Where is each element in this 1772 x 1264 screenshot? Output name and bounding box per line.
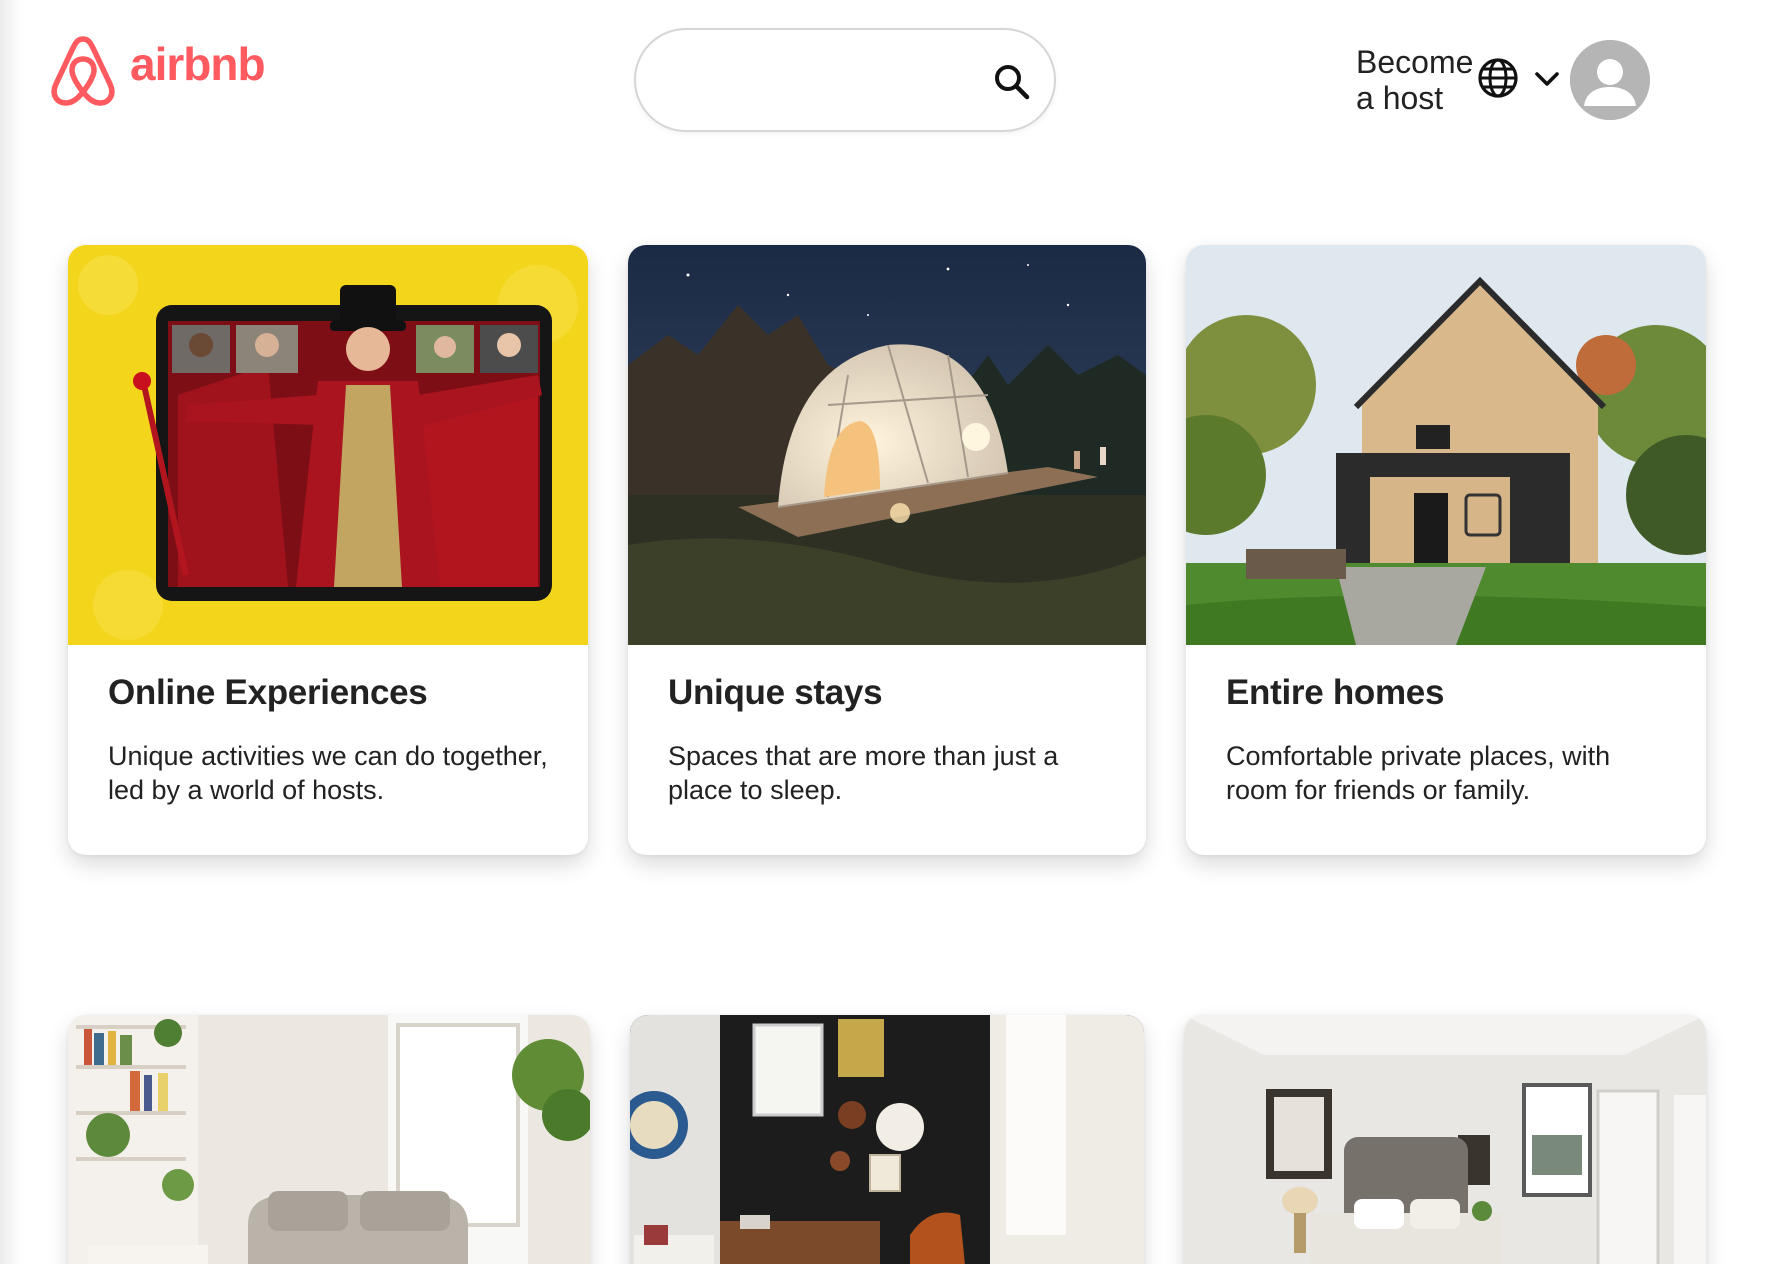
search-bar[interactable] — [634, 28, 1056, 132]
card-description: Spaces that are more than just a place t… — [668, 741, 1059, 805]
card-title: Online Experiences — [108, 673, 428, 712]
card-image — [68, 1015, 590, 1264]
cabin-photo-illustration — [1186, 245, 1706, 645]
chevron-down-icon[interactable] — [1532, 66, 1562, 92]
search-input[interactable] — [670, 54, 970, 108]
dome-photo-illustration — [628, 245, 1146, 645]
brand-name: airbnb — [130, 38, 266, 90]
card-image — [628, 245, 1146, 645]
card-description: Unique activities we can do together, le… — [108, 741, 548, 805]
living-room-photo-illustration — [68, 1015, 590, 1264]
user-avatar-button[interactable] — [1570, 40, 1650, 120]
card-title: Unique stays — [668, 673, 883, 712]
card-living-room[interactable] — [68, 1015, 590, 1264]
card-bedroom[interactable] — [1184, 1015, 1706, 1264]
top-header: airbnb Become a host — [0, 0, 1772, 160]
globe-icon[interactable] — [1476, 56, 1520, 100]
bedroom-photo-illustration — [1184, 1015, 1706, 1264]
card-image — [1186, 245, 1706, 645]
dark-room-photo-illustration — [630, 1015, 1144, 1264]
card-entire-homes[interactable]: Entire homes Comfortable private places,… — [1186, 245, 1706, 855]
card-dark-room[interactable] — [630, 1015, 1144, 1264]
airbnb-logo[interactable]: airbnb — [48, 31, 266, 107]
card-image — [68, 245, 588, 645]
window-edge-shadow — [0, 0, 22, 1264]
search-icon[interactable] — [992, 62, 1032, 102]
ringmaster-photo-illustration — [68, 245, 588, 645]
card-image — [1184, 1015, 1706, 1264]
card-title: Entire homes — [1226, 673, 1445, 712]
user-avatar-icon — [1570, 40, 1650, 120]
card-online-experiences[interactable]: Online Experiences Unique activities we … — [68, 245, 588, 855]
become-a-host-link[interactable]: Become a host — [1356, 44, 1478, 116]
airbnb-belo-icon — [51, 36, 115, 106]
airbnb-home-page: airbnb Become a host Online Experiences … — [0, 0, 1772, 1264]
card-description: Comfortable private places, with room fo… — [1226, 741, 1611, 805]
card-image — [630, 1015, 1144, 1264]
card-unique-stays[interactable]: Unique stays Spaces that are more than j… — [628, 245, 1146, 855]
